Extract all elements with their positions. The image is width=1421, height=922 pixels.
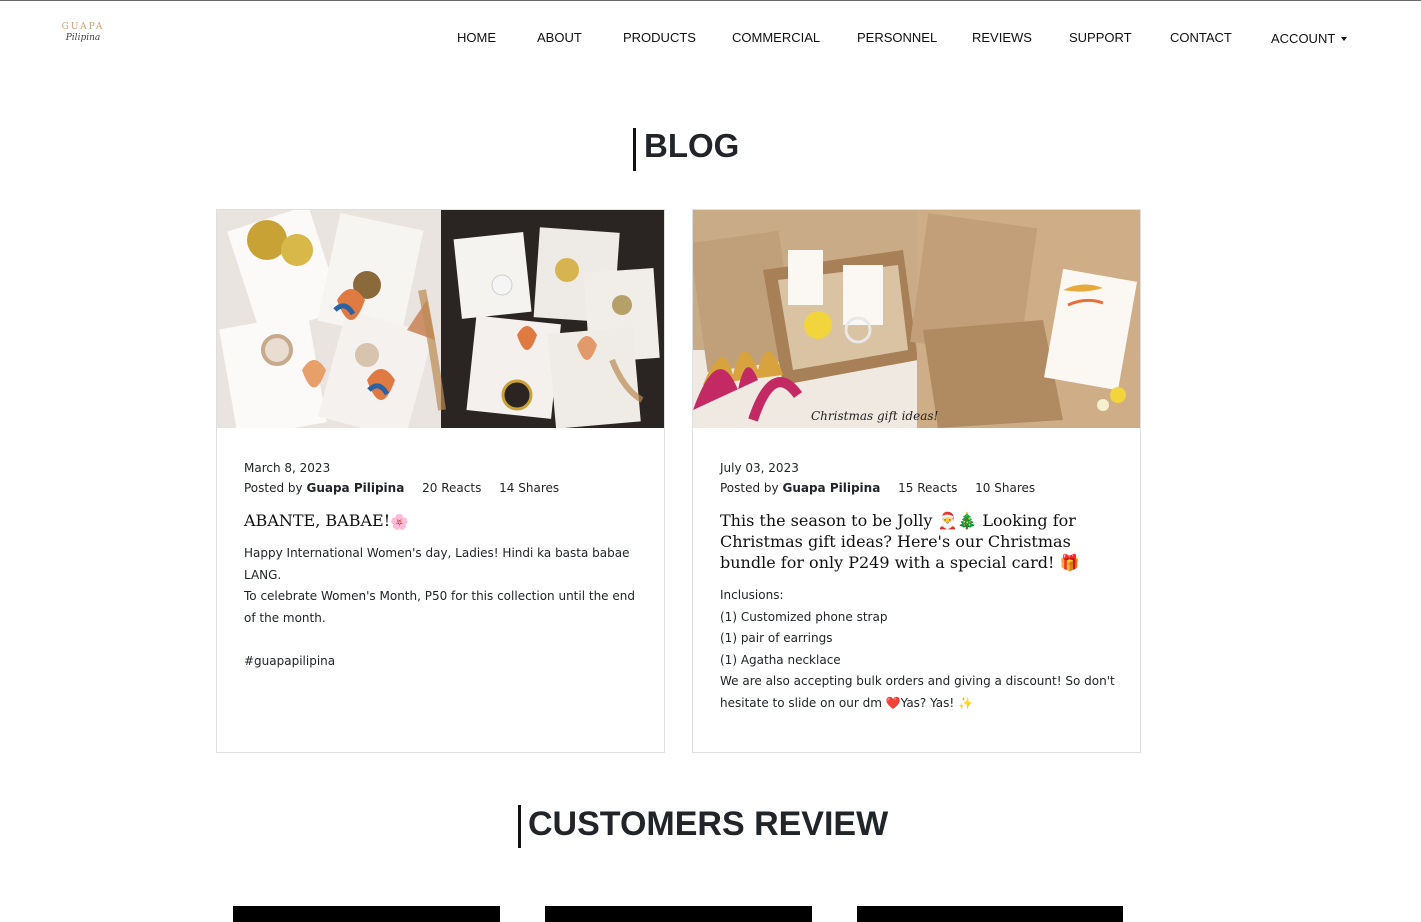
post-paragraph: Inclusions: bbox=[720, 588, 784, 602]
blog-title-text: BLOG bbox=[644, 127, 740, 164]
review-card[interactable] bbox=[857, 906, 1123, 922]
nav-about[interactable]: ABOUT bbox=[537, 30, 582, 45]
nav-personnel[interactable]: PERSONNEL bbox=[857, 30, 937, 45]
post-shares: 14 Shares bbox=[499, 481, 560, 495]
posted-by-label: Posted by bbox=[720, 481, 779, 495]
post-author[interactable]: Guapa Pilipina bbox=[306, 481, 404, 495]
nav-reviews[interactable]: REVIEWS bbox=[972, 30, 1032, 45]
nav-support[interactable]: SUPPORT bbox=[1069, 30, 1132, 45]
post-content: Inclusions: (1) Customized phone strap (… bbox=[720, 585, 1120, 714]
nav-contact[interactable]: CONTACT bbox=[1170, 30, 1232, 45]
post-list-item: (1) Customized phone strap bbox=[720, 609, 888, 624]
review-card[interactable] bbox=[545, 906, 812, 922]
earrings-collage-image bbox=[217, 210, 664, 428]
nav-commercial[interactable]: COMMERCIAL bbox=[732, 30, 820, 45]
caret-down-icon bbox=[1341, 36, 1348, 41]
post-paragraph: Happy International Women's day, Ladies!… bbox=[244, 546, 630, 582]
post-date: July 03, 2023 bbox=[720, 461, 799, 475]
post-paragraph bbox=[244, 629, 644, 651]
post-paragraph: We are also accepting bulk orders and gi… bbox=[720, 674, 1115, 710]
post-meta: Posted by Guapa Pilipina 15 Reacts 10 Sh… bbox=[720, 478, 1120, 498]
post-meta: Posted by Guapa Pilipina 20 Reacts 14 Sh… bbox=[244, 478, 644, 498]
post-title[interactable]: This the season to be Jolly 🎅🎄 Looking f… bbox=[720, 510, 1120, 573]
cherry-blossom-icon: 🌸 bbox=[390, 513, 409, 531]
post-reacts: 15 Reacts bbox=[898, 481, 958, 495]
main-navigation: HOME ABOUT PRODUCTS COMMERCIAL PERSONNEL… bbox=[0, 30, 1421, 50]
blog-card[interactable]: March 8, 2023 Posted by Guapa Pilipina 2… bbox=[216, 209, 665, 753]
post-list-item: (1) pair of earrings bbox=[720, 631, 833, 645]
post-content: Happy International Women's day, Ladies!… bbox=[244, 543, 644, 672]
christmas-bundle-image: Christmas gift ideas! bbox=[693, 210, 1140, 428]
post-reacts: 20 Reacts bbox=[422, 481, 482, 495]
reviews-section-title: CUSTOMERS REVIEW bbox=[518, 805, 888, 849]
nav-account-label: ACCOUNT bbox=[1271, 31, 1336, 46]
post-hashtag: #guapapilipina bbox=[244, 653, 336, 668]
post-author[interactable]: Guapa Pilipina bbox=[782, 481, 880, 495]
nav-account-dropdown[interactable]: ACCOUNT bbox=[1271, 31, 1348, 46]
top-border bbox=[0, 0, 1421, 1]
blog-section-title: BLOG bbox=[633, 128, 739, 172]
blog-photo-earrings[interactable] bbox=[217, 210, 664, 428]
reviews-title-text: CUSTOMERS REVIEW bbox=[528, 805, 889, 843]
post-list-item: (1) Agatha necklace bbox=[720, 652, 841, 667]
photo-caption: Christmas gift ideas! bbox=[811, 409, 939, 423]
blog-card-body: July 03, 2023 Posted by Guapa Pilipina 1… bbox=[720, 458, 1120, 714]
title-accent-bar bbox=[518, 805, 521, 848]
post-date: March 8, 2023 bbox=[244, 461, 331, 475]
blog-photo-christmas-bundle[interactable]: Christmas gift ideas! bbox=[693, 210, 1140, 428]
nav-home[interactable]: HOME bbox=[457, 30, 496, 45]
blog-card-body: March 8, 2023 Posted by Guapa Pilipina 2… bbox=[244, 458, 644, 672]
post-paragraph: To celebrate Women's Month, P50 for this… bbox=[244, 589, 635, 625]
title-accent-bar bbox=[633, 128, 636, 171]
post-shares: 10 Shares bbox=[975, 481, 1036, 495]
post-title-text: ABANTE, BABAE! bbox=[244, 511, 391, 530]
blog-card[interactable]: Christmas gift ideas! July 03, 2023 Post… bbox=[692, 209, 1141, 753]
review-card[interactable] bbox=[233, 906, 500, 922]
posted-by-label: Posted by bbox=[244, 481, 303, 495]
nav-products[interactable]: PRODUCTS bbox=[623, 30, 696, 45]
post-title[interactable]: ABANTE, BABAE!🌸 bbox=[244, 510, 644, 531]
